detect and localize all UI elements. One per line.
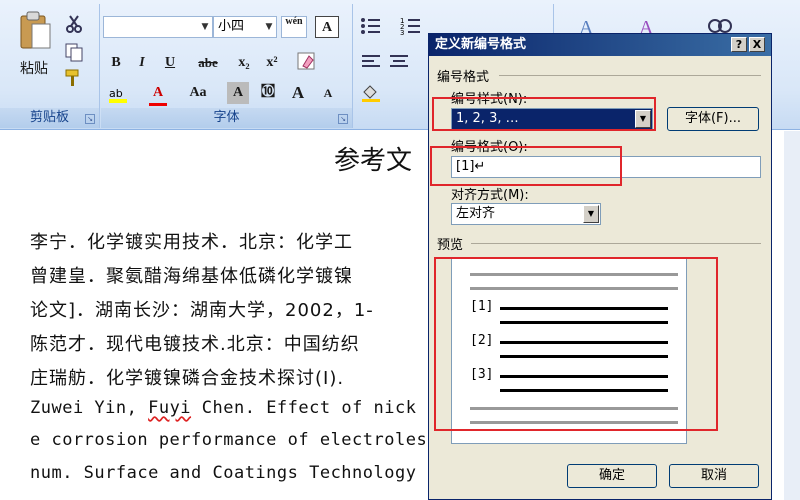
character-border-button[interactable]: A: [315, 16, 339, 38]
font-group: ▼ 小四 ▼ wén A B I U abe x₂ x² ab A Aa A ㉈…: [101, 4, 353, 128]
highlight-icon[interactable]: ab: [107, 84, 133, 104]
reference-line-english: num. Surface and Coatings Technology: [30, 463, 417, 483]
paste-button[interactable]: 粘贴: [14, 58, 54, 80]
copy-icon[interactable]: [64, 42, 84, 62]
change-case-button[interactable]: Aa: [187, 82, 209, 104]
shading-icon[interactable]: [360, 82, 384, 102]
character-shading-button[interactable]: A: [227, 82, 249, 104]
chevron-down-icon[interactable]: ▼: [262, 17, 276, 37]
ok-button[interactable]: 确定: [567, 464, 657, 488]
document-heading: 参考文: [334, 146, 413, 176]
section-divider: [499, 75, 761, 76]
format-painter-icon[interactable]: [64, 68, 84, 88]
text-span: Zuwei Yin,: [30, 398, 149, 418]
chevron-down-icon[interactable]: ▼: [583, 205, 599, 223]
italic-button[interactable]: I: [131, 52, 153, 74]
cut-icon[interactable]: [64, 14, 84, 34]
misspelled-word: Fuyi: [148, 398, 192, 418]
bold-button[interactable]: B: [105, 52, 127, 74]
font-launcher-icon[interactable]: ↘: [338, 114, 348, 124]
highlight-box-preview: [434, 257, 718, 431]
grow-font-button[interactable]: A: [287, 82, 309, 104]
enclose-characters-button[interactable]: ㉈: [257, 82, 279, 104]
reference-line-english: e corrosion performance of electroless: [30, 430, 438, 450]
svg-text:3: 3: [400, 29, 404, 36]
font-color-button[interactable]: A: [147, 82, 169, 106]
font-color-label: A: [152, 85, 164, 100]
shrink-font-button[interactable]: A: [317, 82, 339, 104]
clear-formatting-icon[interactable]: [295, 50, 319, 74]
highlight-box-number-style: [432, 97, 656, 131]
alignment-select[interactable]: 左对齐 ▼: [451, 203, 601, 225]
cancel-button[interactable]: 取消: [669, 464, 759, 488]
font-size-combo[interactable]: 小四 ▼: [213, 16, 277, 38]
numbering-format-section-label: 编号格式: [437, 70, 490, 85]
clipboard-launcher-icon[interactable]: ↘: [85, 114, 95, 124]
font-size-value: 小四: [218, 19, 245, 34]
alignment-label: 对齐方式(M):: [451, 188, 529, 203]
phonetic-wen-label: wén: [285, 16, 303, 27]
phonetic-guide-button[interactable]: wén: [281, 16, 307, 38]
section-divider: [471, 243, 761, 244]
clipboard-group: 粘贴 剪贴板 ↘: [0, 4, 100, 128]
bullets-icon[interactable]: [360, 16, 382, 36]
vertical-scrollbar[interactable]: [784, 131, 800, 500]
underline-button[interactable]: U: [159, 52, 181, 74]
font-group-label: 字体: [101, 108, 352, 128]
dialog-title: 定义新编号格式: [435, 37, 527, 52]
strikethrough-button[interactable]: abe: [197, 52, 219, 74]
font-button[interactable]: 字体(F)...: [667, 107, 759, 131]
reference-line: 李宁．化学镀实用技术．北京：化学工: [30, 232, 353, 253]
reference-line: 曾建皇．聚氨醋海绵基体低磷化学镀镍: [30, 266, 353, 287]
reference-line: 陈范才．现代电镀技术.北京：中国纺织: [30, 334, 360, 355]
subscript-button[interactable]: x₂: [233, 52, 255, 74]
font-name-combo[interactable]: ▼: [103, 16, 213, 38]
help-button[interactable]: ?: [731, 37, 747, 52]
highlight-box-number-format: [430, 146, 622, 186]
reference-line: 论文]．湖南长沙：湖南大学，2002，1-: [30, 300, 374, 321]
close-button[interactable]: X: [749, 37, 765, 52]
preview-section-label: 预览: [437, 238, 464, 253]
numbering-icon[interactable]: 123: [400, 16, 422, 37]
paste-icon[interactable]: [18, 10, 52, 52]
chevron-down-icon[interactable]: ▼: [198, 17, 212, 37]
reference-line-english: Zuwei Yin, Fuyi Chen. Effect of nick: [30, 398, 416, 418]
align-left-icon[interactable]: [360, 52, 382, 72]
text-span: Chen. Effect of nick: [191, 398, 417, 418]
svg-text:ab: ab: [109, 87, 123, 100]
reference-line: 庄瑞舫．化学镀镍磷合金技术探讨(Ⅰ).: [30, 368, 345, 389]
dialog-titlebar[interactable]: 定义新编号格式: [429, 34, 771, 56]
alignment-value: 左对齐: [456, 206, 496, 221]
superscript-button[interactable]: x²: [261, 52, 283, 74]
align-center-icon[interactable]: [388, 52, 410, 72]
